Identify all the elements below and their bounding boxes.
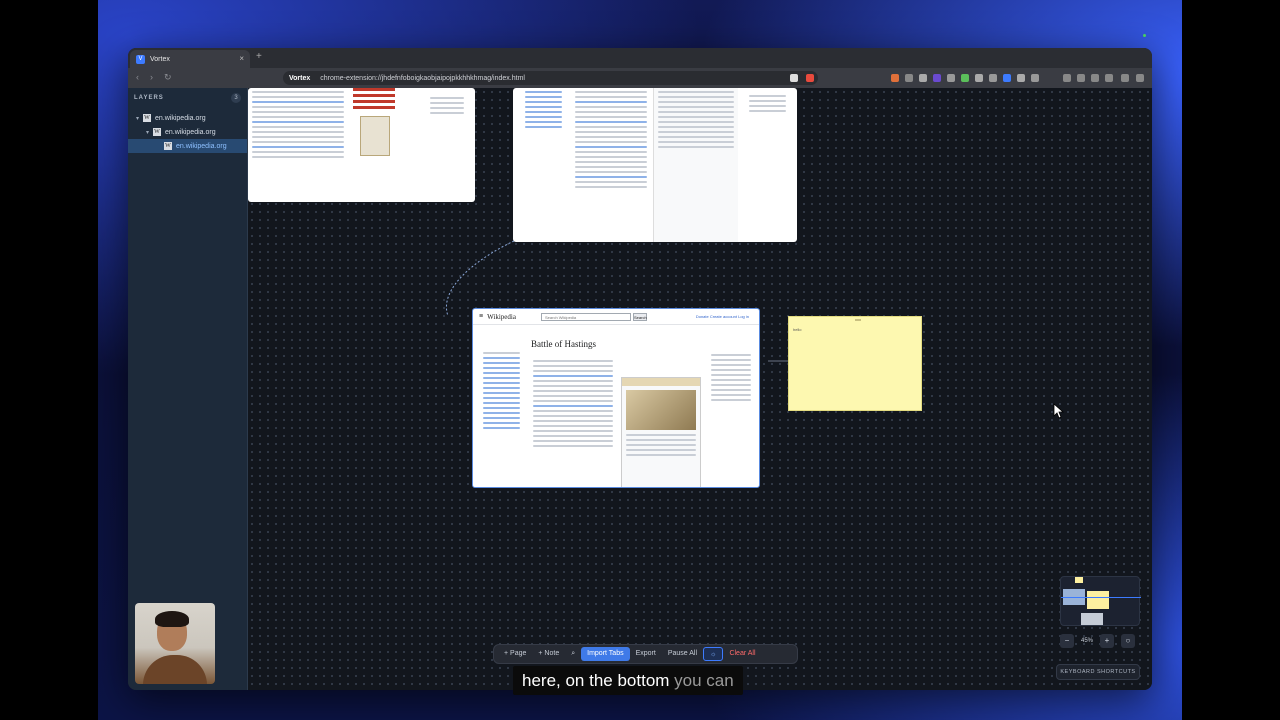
extension-icon[interactable] — [1105, 74, 1113, 82]
brave-shield-icon[interactable] — [790, 74, 798, 82]
layer-label: en.wikipedia.org — [155, 114, 206, 122]
sticky-note[interactable]: hello — [788, 316, 922, 411]
page-card-east-india[interactable] — [248, 88, 475, 202]
page-card-england[interactable] — [513, 88, 797, 242]
drag-handle[interactable] — [855, 319, 861, 321]
wikipedia-icon: W — [164, 142, 172, 150]
extension-icon[interactable] — [975, 74, 983, 82]
tab-title: Vortex — [150, 55, 170, 63]
vortex-icon: V — [136, 54, 145, 64]
video-caption: here, on the bottom you can — [513, 666, 743, 695]
search-icon[interactable]: ⌕ — [565, 647, 581, 661]
download-icon[interactable] — [1063, 74, 1071, 82]
wikipedia-header: ≡ Wikipedia Search Wikipedia Search Dona… — [473, 309, 759, 325]
chevron-down-icon[interactable]: ▾ — [136, 115, 139, 122]
wiki-account-links[interactable]: Donate Create account Log in — [696, 314, 749, 319]
wikipedia-logo: Wikipedia — [487, 312, 516, 321]
pause-all-button[interactable]: Pause All — [662, 647, 703, 661]
keyboard-shortcuts-button[interactable]: KEYBOARD SHORTCUTS — [1056, 664, 1140, 680]
extension-icon[interactable] — [919, 74, 927, 82]
browser-window: V Vortex × + ‹ › ↻ Vortex chrome-extensi… — [128, 48, 1152, 690]
camera-indicator — [1143, 34, 1146, 37]
import-tabs-button[interactable]: Import Tabs — [581, 647, 630, 661]
wikipedia-icon: W — [153, 128, 162, 136]
extension-icon[interactable] — [933, 74, 941, 82]
letterbox-left — [0, 0, 98, 720]
wikipedia-icon: W — [143, 114, 152, 122]
flag-image — [353, 88, 395, 110]
zoom-level: 45% — [1080, 638, 1093, 644]
new-tab-button[interactable]: + — [256, 51, 262, 62]
extension-icon[interactable] — [961, 74, 969, 82]
address-bar[interactable]: Vortex chrome-extension://jhdefnfoboigka… — [283, 71, 818, 85]
wiki-search-button[interactable]: Search — [633, 313, 647, 321]
chevron-down-icon[interactable]: ▾ — [146, 129, 149, 136]
vpn-icon[interactable] — [1121, 74, 1129, 82]
layer-label: en.wikipedia.org — [165, 128, 216, 136]
bottom-toolbar: + Page + Note ⌕ Import Tabs Export Pause… — [493, 644, 798, 664]
extension-icon[interactable] — [905, 74, 913, 82]
caption-spoken: here, on the bottom — [522, 671, 670, 690]
rewards-icon[interactable] — [806, 74, 814, 82]
canvas[interactable]: ≡ Wikipedia Search Wikipedia Search Dona… — [248, 88, 1152, 690]
wallet-icon[interactable] — [1091, 74, 1099, 82]
sticky-note-text[interactable]: hello — [793, 327, 801, 332]
tab-strip: V Vortex × + — [128, 48, 1152, 68]
layer-label: en.wikipedia.org — [176, 142, 227, 150]
reload-icon[interactable]: ↻ — [164, 72, 172, 83]
zoom-in-button[interactable]: + — [1099, 634, 1114, 648]
export-button[interactable]: Export — [630, 647, 662, 661]
clear-all-button[interactable]: Clear All — [723, 647, 761, 661]
extension-icon[interactable] — [1017, 74, 1025, 82]
letterbox-right — [1182, 0, 1280, 720]
forward-icon[interactable]: › — [150, 72, 153, 82]
hamburger-icon[interactable]: ≡ — [479, 313, 483, 320]
layer-item[interactable]: ▾ W en.wikipedia.org — [128, 111, 247, 125]
zoom-controls: − 45% + ○ — [1060, 633, 1135, 649]
url-text: chrome-extension://jhdefnfoboigkaobjaipo… — [320, 74, 525, 82]
tab-vortex[interactable]: V Vortex × — [130, 50, 250, 68]
extension-icon[interactable] — [989, 74, 997, 82]
layer-item[interactable]: ▾ W en.wikipedia.org — [128, 125, 247, 139]
site-label: Vortex — [289, 74, 311, 82]
layers-sidebar: LAYERS 3 ▾ W en.wikipedia.org ▾ W en.wik… — [128, 88, 248, 690]
navigation-bar: ‹ › ↻ Vortex chrome-extension://jhdefnfo… — [128, 68, 1152, 88]
menu-icon[interactable] — [1136, 74, 1144, 82]
page-card-battle-of-hastings[interactable]: ≡ Wikipedia Search Wikipedia Search Dona… — [472, 308, 760, 488]
caption-upcoming: you can — [674, 671, 734, 690]
add-page-button[interactable]: + Page — [498, 647, 532, 661]
close-icon[interactable]: × — [239, 54, 244, 63]
extension-icon[interactable] — [947, 74, 955, 82]
infobox — [621, 377, 701, 487]
layers-heading: LAYERS — [134, 95, 164, 101]
webcam-overlay — [135, 603, 215, 684]
theme-toggle-icon[interactable]: ☼ — [703, 647, 724, 661]
wiki-search-input[interactable]: Search Wikipedia — [541, 313, 631, 321]
extension-icon[interactable] — [891, 74, 899, 82]
layers-count: 3 — [231, 93, 241, 103]
back-icon[interactable]: ‹ — [136, 72, 139, 82]
vortex-extension-icon[interactable] — [1003, 74, 1011, 82]
article-title: Battle of Hastings — [531, 339, 596, 349]
add-note-button[interactable]: + Note — [532, 647, 565, 661]
extension-icon[interactable] — [1031, 74, 1039, 82]
tapestry-image — [626, 390, 696, 430]
coat-of-arms-image — [360, 116, 390, 156]
zoom-out-button[interactable]: − — [1060, 634, 1074, 648]
mouse-cursor-icon — [1053, 403, 1065, 419]
minimap[interactable] — [1060, 576, 1141, 626]
sidebar-icon[interactable] — [1077, 74, 1085, 82]
zoom-fit-button[interactable]: ○ — [1120, 634, 1135, 648]
layer-item-selected[interactable]: W en.wikipedia.org — [128, 139, 247, 153]
